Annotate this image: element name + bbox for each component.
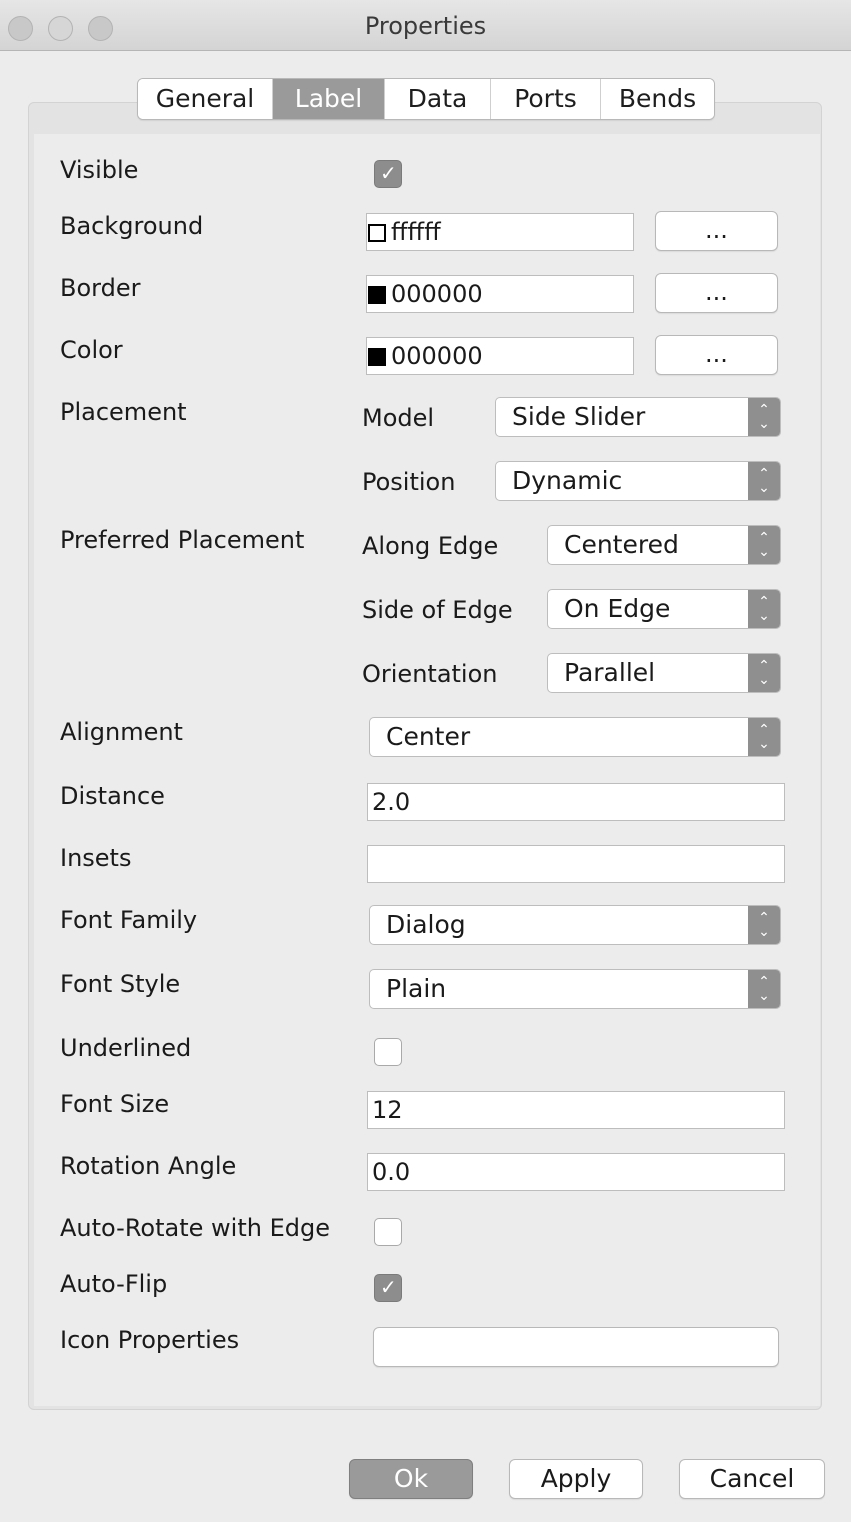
- color-picker-button[interactable]: ...: [655, 335, 778, 375]
- color-swatch: [368, 348, 386, 366]
- border-value: 000000: [391, 280, 483, 308]
- updown-chevron-icon: ⌃ ⌄: [748, 970, 780, 1008]
- tab-general[interactable]: General: [138, 79, 273, 119]
- updown-chevron-icon: ⌃ ⌄: [748, 398, 780, 436]
- side-of-edge-label: Side of Edge: [362, 596, 513, 624]
- tab-data[interactable]: Data: [385, 79, 491, 119]
- model-select[interactable]: Side Slider ⌃ ⌄: [495, 397, 781, 437]
- insets-label: Insets: [60, 844, 132, 872]
- auto-flip-label: Auto-Flip: [60, 1270, 168, 1298]
- border-color-field[interactable]: 000000: [366, 275, 634, 313]
- cancel-button[interactable]: Cancel: [679, 1459, 825, 1499]
- side-of-edge-select[interactable]: On Edge ⌃ ⌄: [547, 589, 781, 629]
- along-edge-value: Centered: [564, 530, 679, 559]
- distance-label: Distance: [60, 782, 165, 810]
- tab-bends[interactable]: Bends: [601, 79, 714, 119]
- distance-input[interactable]: 2.0: [367, 783, 785, 821]
- background-swatch: [368, 224, 386, 242]
- updown-chevron-icon: ⌃ ⌄: [748, 526, 780, 564]
- orientation-value: Parallel: [564, 658, 656, 687]
- border-swatch: [368, 286, 386, 304]
- font-family-select[interactable]: Dialog ⌃ ⌄: [369, 905, 781, 945]
- rotation-angle-input[interactable]: 0.0: [367, 1153, 785, 1191]
- font-style-label: Font Style: [60, 970, 181, 998]
- font-style-value: Plain: [386, 974, 447, 1003]
- visible-checkbox[interactable]: [374, 160, 402, 188]
- position-value: Dynamic: [512, 466, 623, 495]
- orientation-select[interactable]: Parallel ⌃ ⌄: [547, 653, 781, 693]
- orientation-label: Orientation: [362, 660, 498, 688]
- model-label: Model: [362, 404, 435, 432]
- placement-label: Placement: [60, 398, 187, 426]
- icon-properties-button[interactable]: [373, 1327, 779, 1367]
- updown-chevron-icon: ⌃ ⌄: [748, 654, 780, 692]
- rotation-angle-label: Rotation Angle: [60, 1152, 237, 1180]
- updown-chevron-icon: ⌃ ⌄: [748, 718, 780, 756]
- font-size-input[interactable]: 12: [367, 1091, 785, 1129]
- window-title: Properties: [364, 12, 487, 40]
- alignment-select[interactable]: Center ⌃ ⌄: [369, 717, 781, 757]
- position-label: Position: [362, 468, 456, 496]
- ok-button[interactable]: Ok: [349, 1459, 473, 1499]
- updown-chevron-icon: ⌃ ⌄: [748, 906, 780, 944]
- visible-label: Visible: [60, 156, 139, 184]
- border-picker-button[interactable]: ...: [655, 273, 778, 313]
- color-label: Color: [60, 336, 123, 364]
- font-style-select[interactable]: Plain ⌃ ⌄: [369, 969, 781, 1009]
- apply-button[interactable]: Apply: [509, 1459, 643, 1499]
- position-select[interactable]: Dynamic ⌃ ⌄: [495, 461, 781, 501]
- side-of-edge-value: On Edge: [564, 594, 671, 623]
- border-label: Border: [60, 274, 141, 302]
- alignment-value: Center: [386, 722, 471, 751]
- along-edge-select[interactable]: Centered ⌃ ⌄: [547, 525, 781, 565]
- tab-bar: General Label Data Ports Bends: [137, 78, 715, 120]
- auto-rotate-label: Auto-Rotate with Edge: [60, 1214, 330, 1242]
- underlined-checkbox[interactable]: [374, 1038, 402, 1066]
- color-value: 000000: [391, 342, 483, 370]
- icon-properties-label: Icon Properties: [60, 1326, 240, 1354]
- auto-rotate-checkbox[interactable]: [374, 1218, 402, 1246]
- model-value: Side Slider: [512, 402, 646, 431]
- background-picker-button[interactable]: ...: [655, 211, 778, 251]
- underlined-label: Underlined: [60, 1034, 192, 1062]
- title-bar: Properties: [0, 0, 851, 51]
- along-edge-label: Along Edge: [362, 532, 499, 560]
- tab-ports[interactable]: Ports: [491, 79, 601, 119]
- background-label: Background: [60, 212, 204, 240]
- alignment-label: Alignment: [60, 718, 183, 746]
- color-field[interactable]: 000000: [366, 337, 634, 375]
- preferred-placement-label: Preferred Placement: [60, 526, 305, 554]
- updown-chevron-icon: ⌃ ⌄: [748, 590, 780, 628]
- background-color-field[interactable]: ffffff: [366, 213, 634, 251]
- tab-label[interactable]: Label: [273, 79, 385, 119]
- font-size-label: Font Size: [60, 1090, 170, 1118]
- font-family-value: Dialog: [386, 910, 466, 939]
- auto-flip-checkbox[interactable]: [374, 1274, 402, 1302]
- background-value: ffffff: [391, 218, 441, 246]
- font-family-label: Font Family: [60, 906, 198, 934]
- updown-chevron-icon: ⌃ ⌄: [748, 462, 780, 500]
- insets-input[interactable]: [367, 845, 785, 883]
